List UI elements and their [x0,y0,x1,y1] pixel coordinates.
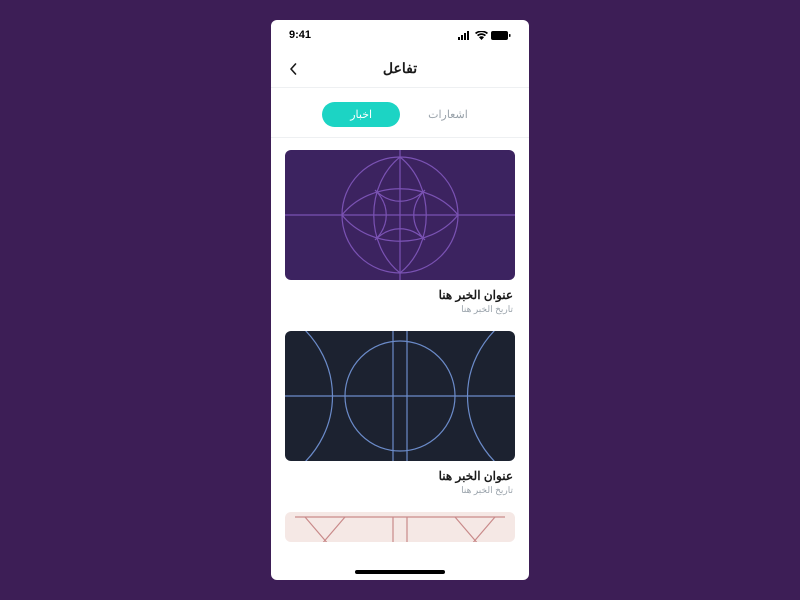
news-card[interactable]: عنوان الخبر هنا تاريخ الخبر هنا [285,331,515,496]
content-feed[interactable]: عنوان الخبر هنا تاريخ الخبر هنا [271,138,529,580]
signal-icon [458,31,472,40]
news-card-image [285,512,515,542]
news-card[interactable] [285,512,515,542]
tab-notifications[interactable]: اشعارات [418,102,478,127]
tabs-container: اخبار اشعارات [271,88,529,138]
status-time: 9:41 [289,29,311,41]
tab-news[interactable]: اخبار [322,102,400,127]
news-card-image [285,150,515,280]
news-card-date: تاريخ الخبر هنا [287,304,513,315]
news-card-body: عنوان الخبر هنا تاريخ الخبر هنا [285,461,515,496]
wifi-icon [475,31,488,40]
phone-frame: 9:41 تفاعل اخبار اشعارات [271,20,529,580]
news-card-date: تاريخ الخبر هنا [287,485,513,496]
news-card-image [285,331,515,461]
status-bar: 9:41 [271,20,529,50]
news-card[interactable]: عنوان الخبر هنا تاريخ الخبر هنا [285,150,515,315]
nav-bar: تفاعل [271,50,529,88]
battery-icon [491,31,511,40]
news-card-title: عنوان الخبر هنا [287,469,513,483]
news-card-body: عنوان الخبر هنا تاريخ الخبر هنا [285,280,515,315]
home-indicator[interactable] [355,570,445,574]
page-title: تفاعل [383,60,417,77]
news-card-title: عنوان الخبر هنا [287,288,513,302]
status-indicators [458,31,511,40]
chevron-left-icon [289,63,297,75]
back-button[interactable] [281,57,305,81]
